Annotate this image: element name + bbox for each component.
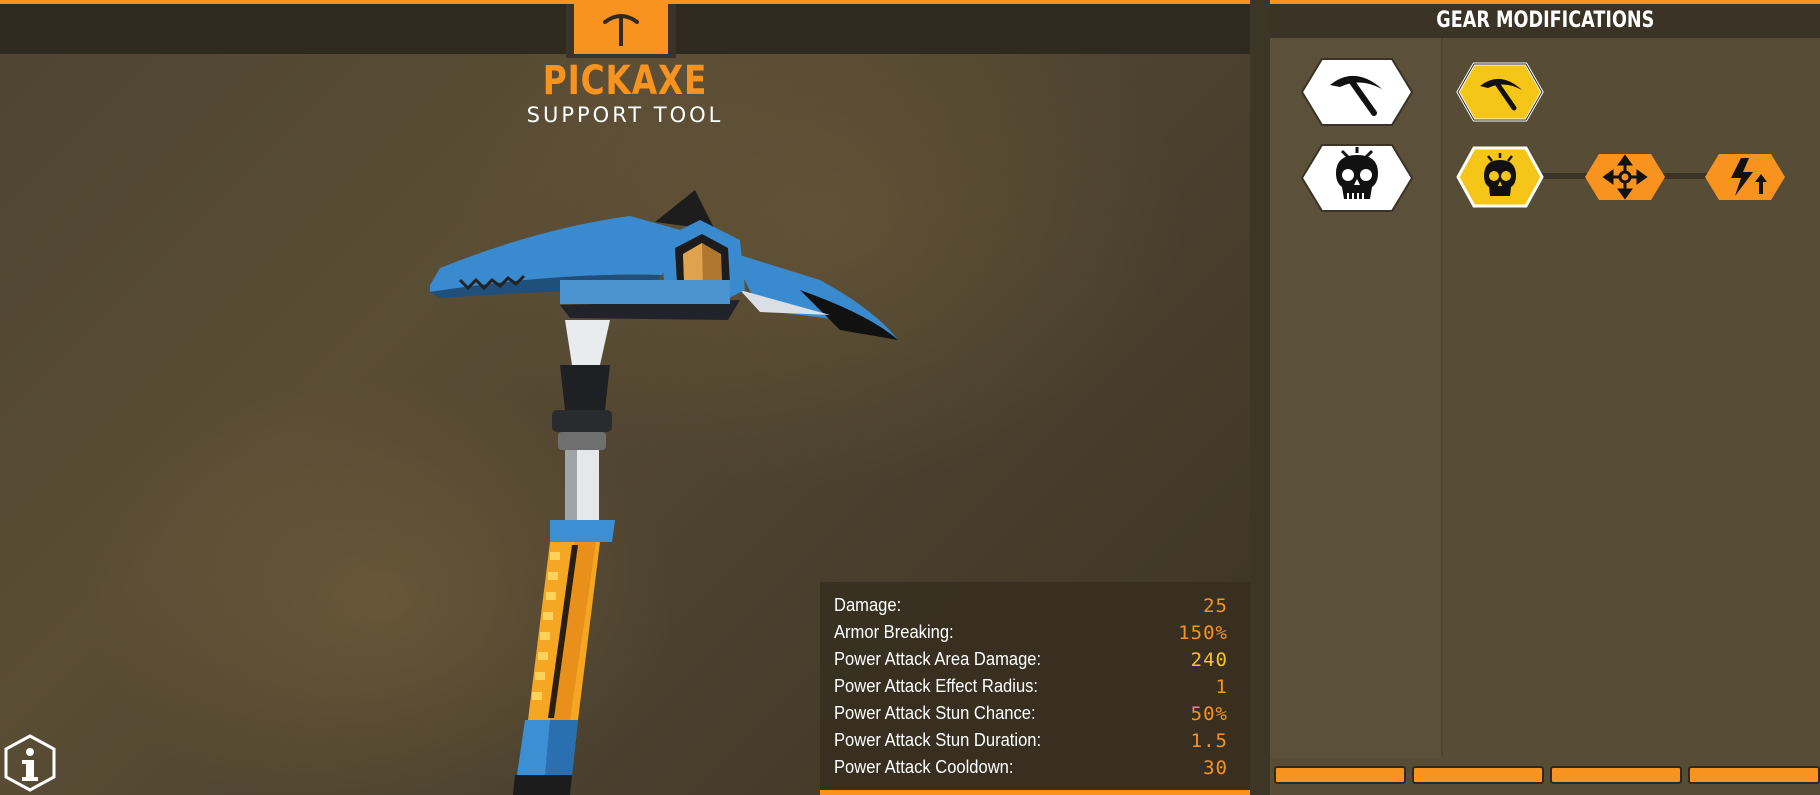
stat-value: 240 <box>1190 648 1228 671</box>
stat-label: Power Attack Area Damage: <box>834 649 1042 669</box>
panel-title: GEAR MODIFICATIONS <box>1270 0 1820 38</box>
mod-category-skull[interactable] <box>1300 143 1414 213</box>
stats-panel: Damage: 25 Armor Breaking: 150% Power At… <box>820 582 1250 795</box>
mod-tab-1[interactable] <box>1274 766 1406 784</box>
stat-row-stun-duration: Power Attack Stun Duration: 1.5 <box>834 727 1228 754</box>
item-name: PICKAXE <box>542 58 708 104</box>
mod-tabs <box>1274 766 1820 786</box>
mod-tab-2[interactable] <box>1412 766 1544 784</box>
item-type: SUPPORT TOOL <box>526 103 724 127</box>
stat-value: 1 <box>1215 675 1228 698</box>
stat-label: Power Attack Effect Radius: <box>834 676 1039 696</box>
stat-value: 150% <box>1178 621 1228 644</box>
stat-label: Armor Breaking: <box>834 622 954 642</box>
stat-label: Power Attack Stun Duration: <box>834 730 1042 750</box>
stat-value: 1.5 <box>1190 729 1228 752</box>
tool-tab-active[interactable] <box>574 4 668 54</box>
info-icon[interactable] <box>2 733 58 793</box>
mod-tab-4[interactable] <box>1688 766 1820 784</box>
stat-label: Power Attack Stun Chance: <box>834 703 1036 723</box>
mod-option-move-arrows[interactable] <box>1583 152 1667 202</box>
stat-row-armor-breaking: Armor Breaking: 150% <box>834 619 1228 646</box>
stat-label: Power Attack Cooldown: <box>834 757 1014 777</box>
gear-modifications-panel: GEAR MODIFICATIONS <box>1270 0 1820 795</box>
stat-value: 30 <box>1203 756 1228 779</box>
mod-option-lightning-boost[interactable] <box>1703 152 1787 202</box>
stat-row-area-damage: Power Attack Area Damage: 240 <box>834 646 1228 673</box>
stat-row-stun-chance: Power Attack Stun Chance: 50% <box>834 700 1228 727</box>
pickaxe-icon <box>603 14 639 46</box>
gear-viewer: PICKAXE SUPPORT TOOL Damage: 25 Armor Br… <box>0 0 1250 795</box>
mod-option-skull-selected[interactable] <box>1456 146 1544 208</box>
mod-tab-3[interactable] <box>1550 766 1682 784</box>
top-bar <box>0 0 1250 58</box>
stat-label: Damage: <box>834 595 902 615</box>
stat-row-cooldown: Power Attack Cooldown: 30 <box>834 754 1228 781</box>
mod-option-pickaxe-selected[interactable] <box>1456 62 1544 122</box>
stat-value: 50% <box>1190 702 1228 725</box>
stat-value: 25 <box>1203 594 1228 617</box>
tool-tab[interactable] <box>566 4 676 58</box>
panel-title-text: GEAR MODIFICATIONS <box>1435 8 1655 33</box>
panel-divider <box>1250 0 1270 795</box>
stat-row-effect-radius: Power Attack Effect Radius: 1 <box>834 673 1228 700</box>
stat-row-damage: Damage: 25 <box>834 592 1228 619</box>
mod-category-pickaxe[interactable] <box>1300 57 1414 127</box>
